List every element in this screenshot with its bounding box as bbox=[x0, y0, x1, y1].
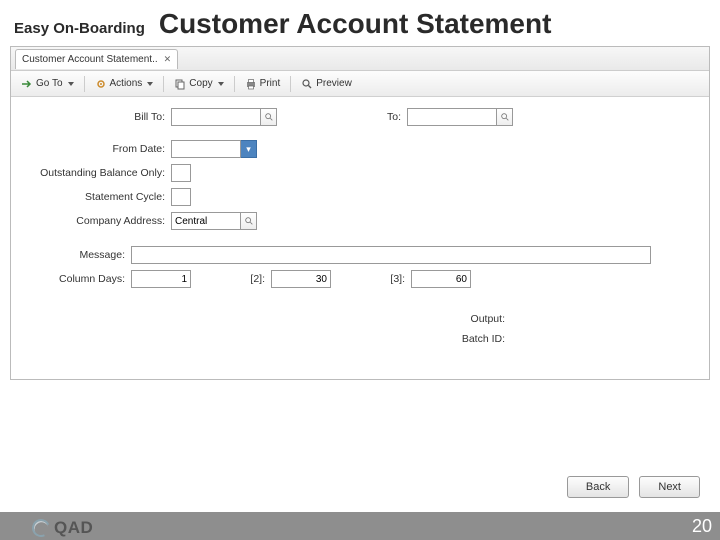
form-area: Bill To: To: From Date: ▾ Outstanding Ba… bbox=[11, 97, 709, 379]
to-input[interactable] bbox=[407, 108, 497, 126]
column-days-2-input[interactable] bbox=[271, 270, 331, 288]
col2-label: [2]: bbox=[191, 273, 271, 285]
back-button[interactable]: Back bbox=[567, 476, 629, 498]
print-label: Print bbox=[260, 78, 281, 89]
goto-button[interactable]: Go To bbox=[17, 76, 78, 92]
chevron-down-icon bbox=[218, 82, 224, 86]
to-label: To: bbox=[277, 111, 407, 123]
footer: QAD 20 bbox=[0, 512, 720, 540]
slide-header: Easy On-Boarding Customer Account Statem… bbox=[0, 0, 720, 46]
separator bbox=[234, 76, 235, 92]
output-label: Output: bbox=[451, 313, 511, 325]
column-days-1-input[interactable] bbox=[131, 270, 191, 288]
tab-bar: Customer Account Statement.. ✕ bbox=[11, 47, 709, 71]
actions-label: Actions bbox=[110, 78, 143, 89]
separator bbox=[163, 76, 164, 92]
copy-icon bbox=[174, 78, 186, 90]
company-address-label: Company Address: bbox=[31, 215, 171, 227]
app-window: Customer Account Statement.. ✕ Go To Act… bbox=[10, 46, 710, 380]
message-label: Message: bbox=[31, 249, 131, 261]
output-block: Output: Batch ID: bbox=[451, 309, 689, 349]
bill-to-input[interactable] bbox=[171, 108, 261, 126]
preview-button[interactable]: Preview bbox=[297, 76, 356, 92]
close-icon[interactable]: ✕ bbox=[164, 54, 172, 65]
print-icon bbox=[245, 78, 257, 90]
search-icon[interactable] bbox=[261, 108, 277, 126]
separator bbox=[84, 76, 85, 92]
search-icon[interactable] bbox=[241, 212, 257, 230]
goto-label: Go To bbox=[36, 78, 63, 89]
message-input[interactable] bbox=[131, 246, 651, 264]
window-tab[interactable]: Customer Account Statement.. ✕ bbox=[15, 49, 178, 69]
bill-to-label: Bill To: bbox=[31, 111, 171, 123]
calendar-icon[interactable]: ▾ bbox=[241, 140, 257, 158]
preview-label: Preview bbox=[316, 78, 352, 89]
outstanding-input[interactable] bbox=[171, 164, 191, 182]
from-date-input[interactable] bbox=[171, 140, 241, 158]
logo-icon bbox=[29, 516, 52, 539]
preview-icon bbox=[301, 78, 313, 90]
chevron-down-icon bbox=[147, 82, 153, 86]
print-button[interactable]: Print bbox=[241, 76, 285, 92]
brand-text: QAD bbox=[54, 518, 93, 538]
brand-logo: QAD bbox=[32, 518, 93, 538]
column-days-3-input[interactable] bbox=[411, 270, 471, 288]
actions-button[interactable]: Actions bbox=[91, 76, 158, 92]
tab-title: Customer Account Statement.. bbox=[22, 54, 158, 65]
slide-title: Customer Account Statement bbox=[159, 8, 552, 40]
statement-cycle-input[interactable] bbox=[171, 188, 191, 206]
column-days-label: Column Days: bbox=[31, 273, 131, 285]
page-number: 20 bbox=[692, 516, 712, 537]
outstanding-label: Outstanding Balance Only: bbox=[31, 167, 171, 179]
col3-label: [3]: bbox=[331, 273, 411, 285]
toolbar: Go To Actions Copy Print Preview bbox=[11, 71, 709, 97]
gear-icon bbox=[95, 78, 107, 90]
goto-icon bbox=[21, 78, 33, 90]
chevron-down-icon bbox=[68, 82, 74, 86]
search-icon[interactable] bbox=[497, 108, 513, 126]
copy-label: Copy bbox=[189, 78, 212, 89]
slide-subheader: Easy On-Boarding bbox=[14, 20, 145, 37]
next-button[interactable]: Next bbox=[639, 476, 700, 498]
statement-cycle-label: Statement Cycle: bbox=[31, 191, 171, 203]
nav-buttons: Back Next bbox=[567, 476, 700, 498]
copy-button[interactable]: Copy bbox=[170, 76, 227, 92]
company-address-input[interactable] bbox=[171, 212, 241, 230]
from-date-label: From Date: bbox=[31, 143, 171, 155]
separator bbox=[290, 76, 291, 92]
batch-id-label: Batch ID: bbox=[451, 333, 511, 345]
